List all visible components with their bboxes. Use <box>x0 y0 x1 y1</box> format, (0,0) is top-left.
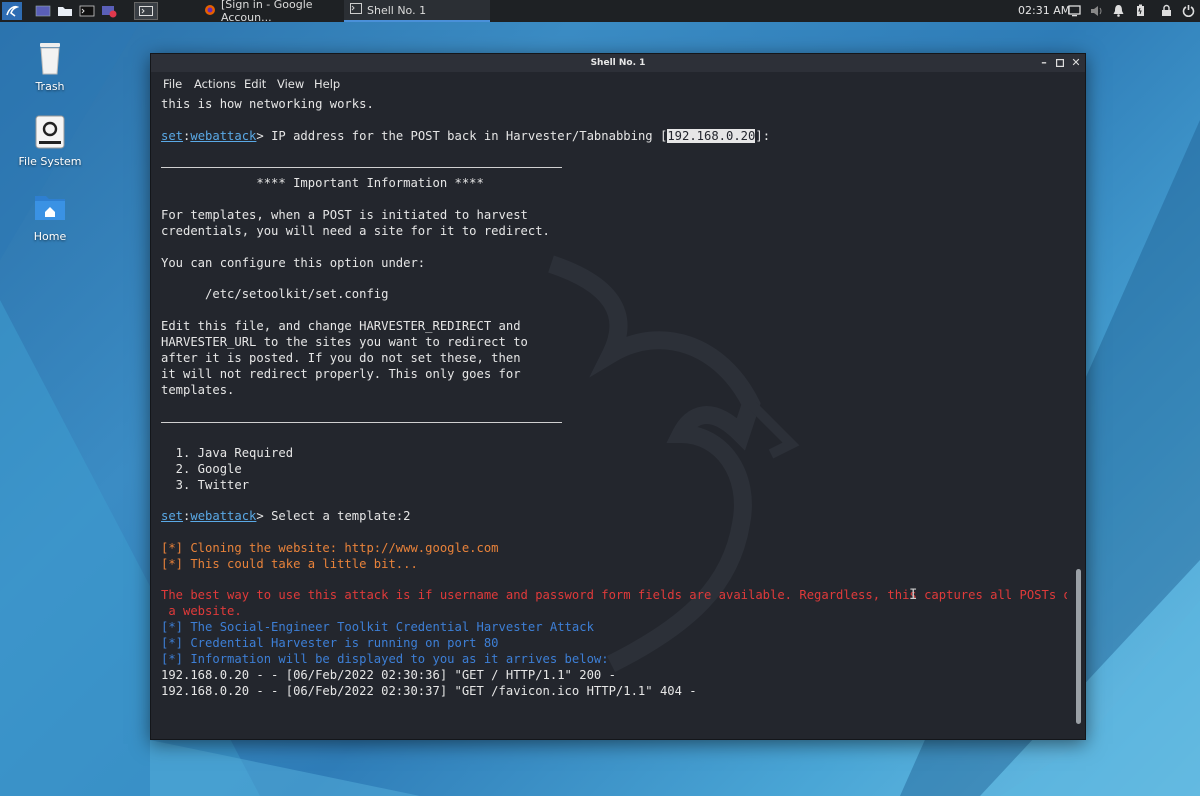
select-prompt-text: > Select a template:2 <box>256 509 411 523</box>
log-line: 192.168.0.20 - - [06/Feb/2022 02:30:37] … <box>161 684 697 698</box>
task-label: Shell No. 1 <box>367 3 427 17</box>
taskbar: [Sign in - Google Accoun... Shell No. 1 … <box>0 0 1200 24</box>
maximize-icon[interactable] <box>1053 56 1067 70</box>
select-prompt-line: set:webattack> Select a template:2 <box>161 509 411 523</box>
divider <box>161 422 562 423</box>
status-line: [*] This could take a little bit... <box>161 557 418 571</box>
battery-icon[interactable] <box>1134 4 1148 18</box>
template-option: 3. Twitter <box>161 478 250 492</box>
menubar: File Actions Edit View Help <box>151 72 1085 94</box>
clock[interactable]: 02:31 AM <box>1018 4 1070 17</box>
terminal-icon <box>350 3 362 17</box>
desktop-icon-label: Trash <box>35 80 65 93</box>
volume-icon[interactable] <box>1090 4 1104 18</box>
log-line: 192.168.0.20 - - [06/Feb/2022 02:30:36] … <box>161 668 616 682</box>
info-line: [*] Credential Harvester is running on p… <box>161 636 499 650</box>
home-folder-icon <box>33 190 67 224</box>
ibeam-cursor-icon: I <box>909 587 918 603</box>
desktop-icon-trash[interactable]: Trash <box>10 40 90 93</box>
trash-icon <box>33 40 67 75</box>
show-desktop-icon[interactable] <box>34 2 52 20</box>
prompt-module: webattack <box>190 509 257 523</box>
minimize-icon[interactable]: – <box>1037 56 1051 70</box>
menu-file[interactable]: File <box>163 77 182 91</box>
kali-menu-icon[interactable] <box>2 2 22 20</box>
firefox-icon <box>204 4 216 19</box>
terminal-launcher-icon[interactable] <box>78 2 96 20</box>
prompt-set: set <box>161 129 184 143</box>
prompt-module: webattack <box>190 129 257 143</box>
menu-edit[interactable]: Edit <box>244 77 266 91</box>
terminal-line: /etc/setoolkit/set.config <box>161 287 389 301</box>
task-shell[interactable]: Shell No. 1 <box>344 0 490 22</box>
terminal-line: You can configure this option under: <box>161 256 426 270</box>
terminal-window[interactable]: Shell No. 1 – ✕ File Actions Edit View H… <box>150 53 1086 740</box>
desktop-icon-label: File System <box>18 155 82 168</box>
info-line: [*] The Social-Engineer Toolkit Credenti… <box>161 620 594 634</box>
status-line: [*] Cloning the website: http://www.goog… <box>161 541 499 555</box>
scrollbar-thumb[interactable] <box>1076 569 1081 724</box>
workspace-icon[interactable] <box>134 2 158 20</box>
template-option: 2. Google <box>161 462 242 476</box>
menu-view[interactable]: View <box>277 77 304 91</box>
ip-prompt-line: set:webattack> IP address for the POST b… <box>161 129 771 143</box>
info-line: [*] Information will be displayed to you… <box>161 652 609 666</box>
desktop-icon-home[interactable]: Home <box>10 190 90 243</box>
menu-help[interactable]: Help <box>314 77 340 91</box>
template-option: 1. Java Required <box>161 446 294 460</box>
warning-line: The best way to use this attack is if us… <box>161 588 1067 602</box>
drive-icon <box>33 115 67 149</box>
warning-line: a website. <box>161 604 242 618</box>
close-icon[interactable]: ✕ <box>1069 56 1083 70</box>
power-icon[interactable] <box>1182 4 1196 18</box>
ip-prompt-text: > IP address for the POST back in Harves… <box>256 129 668 143</box>
window-title: Shell No. 1 <box>590 58 646 68</box>
prompt-set: set <box>161 509 184 523</box>
ip-selected-value[interactable]: 192.168.0.20 <box>667 129 756 143</box>
terminal-line: it will not redirect properly. This only… <box>161 367 521 381</box>
lock-icon[interactable] <box>1160 4 1174 18</box>
important-heading: **** Important Information **** <box>161 176 484 190</box>
terminal-line: For templates, when a POST is initiated … <box>161 208 528 222</box>
file-manager-icon[interactable] <box>56 2 74 20</box>
browser-launcher-icon[interactable] <box>100 2 118 20</box>
terminal-line: HARVESTER_URL to the sites you want to r… <box>161 335 528 349</box>
window-titlebar[interactable]: Shell No. 1 – ✕ <box>151 54 1085 72</box>
ip-prompt-end: ]: <box>755 129 771 143</box>
terminal-line: Edit this file, and change HARVESTER_RED… <box>161 319 521 333</box>
terminal-line: templates. <box>161 383 235 397</box>
terminal-line: this is how networking works. <box>161 97 374 111</box>
display-icon[interactable] <box>1068 4 1082 18</box>
menu-actions[interactable]: Actions <box>194 77 236 91</box>
notifications-icon[interactable] <box>1112 4 1126 18</box>
divider <box>161 167 562 168</box>
desktop-icon-label: Home <box>33 230 67 243</box>
terminal-line: credentials, you will need a site for it… <box>161 224 550 238</box>
terminal-output[interactable]: this is how networking works. set:webatt… <box>161 94 1067 734</box>
terminal-line: after it is posted. If you do not set th… <box>161 351 521 365</box>
task-firefox[interactable]: [Sign in - Google Accoun... <box>198 0 344 24</box>
task-label: [Sign in - Google Accoun... <box>221 0 313 24</box>
desktop-icon-filesystem[interactable]: File System <box>10 115 90 168</box>
